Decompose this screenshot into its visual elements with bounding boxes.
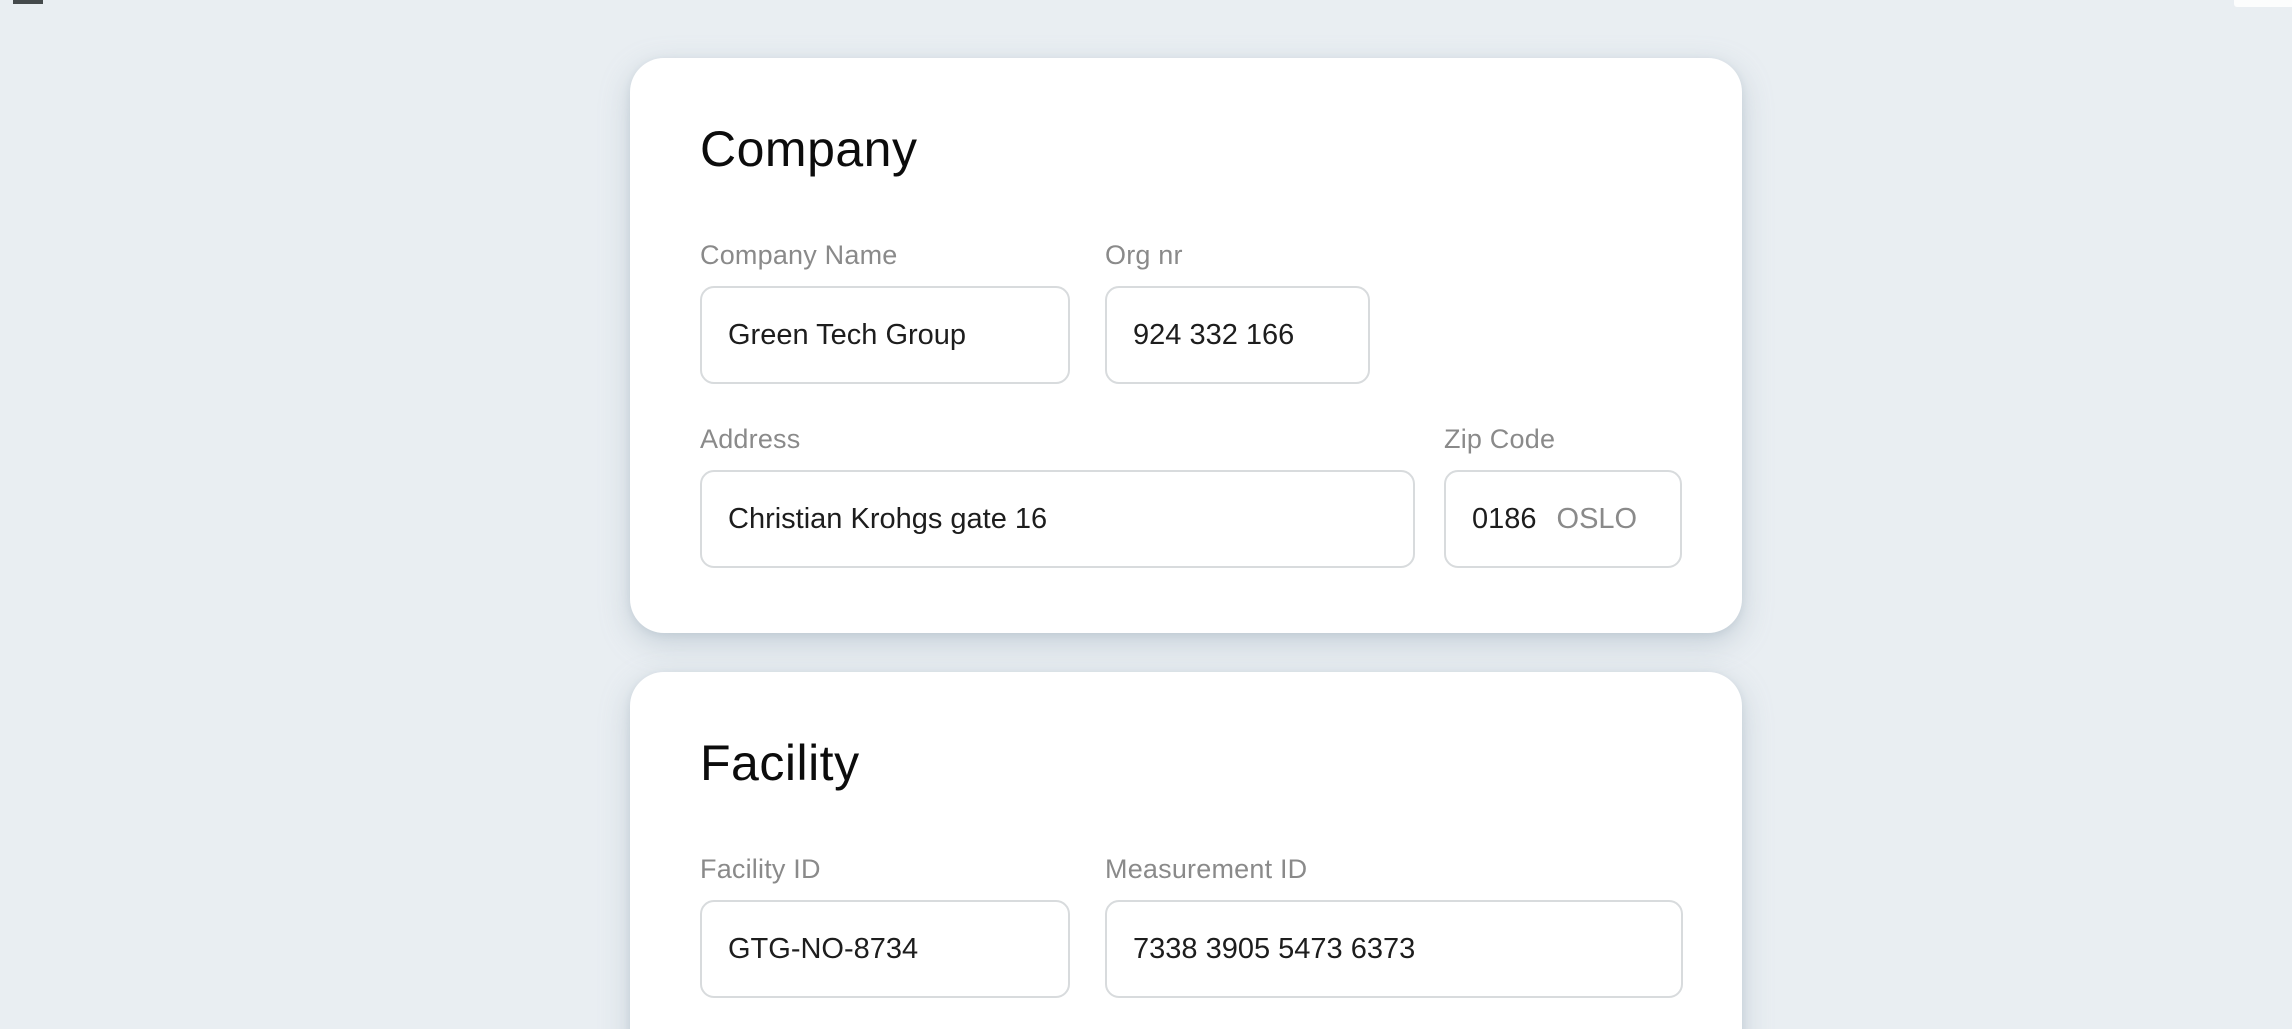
top-left-cutoff-fragment <box>13 0 43 4</box>
company-row-2: Address Christian Krohgs gate 16 Zip Cod… <box>700 424 1682 568</box>
company-card-title: Company <box>700 120 1682 178</box>
facility-card: Facility Facility ID GTG-NO-8734 Measure… <box>630 672 1742 1029</box>
facility-row-1: Facility ID GTG-NO-8734 Measurement ID 7… <box>700 854 1682 998</box>
address-value: Christian Krohgs gate 16 <box>728 503 1047 536</box>
zip-code-label: Zip Code <box>1444 424 1682 455</box>
measurement-id-label: Measurement ID <box>1105 854 1683 885</box>
facility-id-label: Facility ID <box>700 854 1070 885</box>
measurement-id-field: Measurement ID 7338 3905 5473 6373 <box>1105 854 1683 998</box>
top-right-cutoff-fragment <box>2234 0 2292 7</box>
zip-code-value: 0186 <box>1472 503 1537 536</box>
zip-city-value: OSLO <box>1557 503 1638 536</box>
measurement-id-input[interactable]: 7338 3905 5473 6373 <box>1105 900 1683 998</box>
zip-code-input[interactable]: 0186 OSLO <box>1444 470 1682 568</box>
facility-card-title: Facility <box>700 734 1682 792</box>
org-nr-label: Org nr <box>1105 240 1370 271</box>
address-field: Address Christian Krohgs gate 16 <box>700 424 1415 568</box>
org-nr-field: Org nr 924 332 166 <box>1105 240 1370 384</box>
company-name-input[interactable]: Green Tech Group <box>700 286 1070 384</box>
page-background: { "colors": { "background": "#e9eef2", "… <box>0 0 2292 1029</box>
measurement-id-value: 7338 3905 5473 6373 <box>1133 933 1415 966</box>
org-nr-input[interactable]: 924 332 166 <box>1105 286 1370 384</box>
facility-id-value: GTG-NO-8734 <box>728 933 918 966</box>
address-input[interactable]: Christian Krohgs gate 16 <box>700 470 1415 568</box>
company-name-label: Company Name <box>700 240 1070 271</box>
company-name-value: Green Tech Group <box>728 319 966 352</box>
company-card: Company Company Name Green Tech Group Or… <box>630 58 1742 633</box>
company-name-field: Company Name Green Tech Group <box>700 240 1070 384</box>
zip-code-field: Zip Code 0186 OSLO <box>1444 424 1682 568</box>
company-row-1: Company Name Green Tech Group Org nr 924… <box>700 240 1682 384</box>
facility-id-field: Facility ID GTG-NO-8734 <box>700 854 1070 998</box>
facility-id-input[interactable]: GTG-NO-8734 <box>700 900 1070 998</box>
address-label: Address <box>700 424 1415 455</box>
org-nr-value: 924 332 166 <box>1133 319 1294 352</box>
